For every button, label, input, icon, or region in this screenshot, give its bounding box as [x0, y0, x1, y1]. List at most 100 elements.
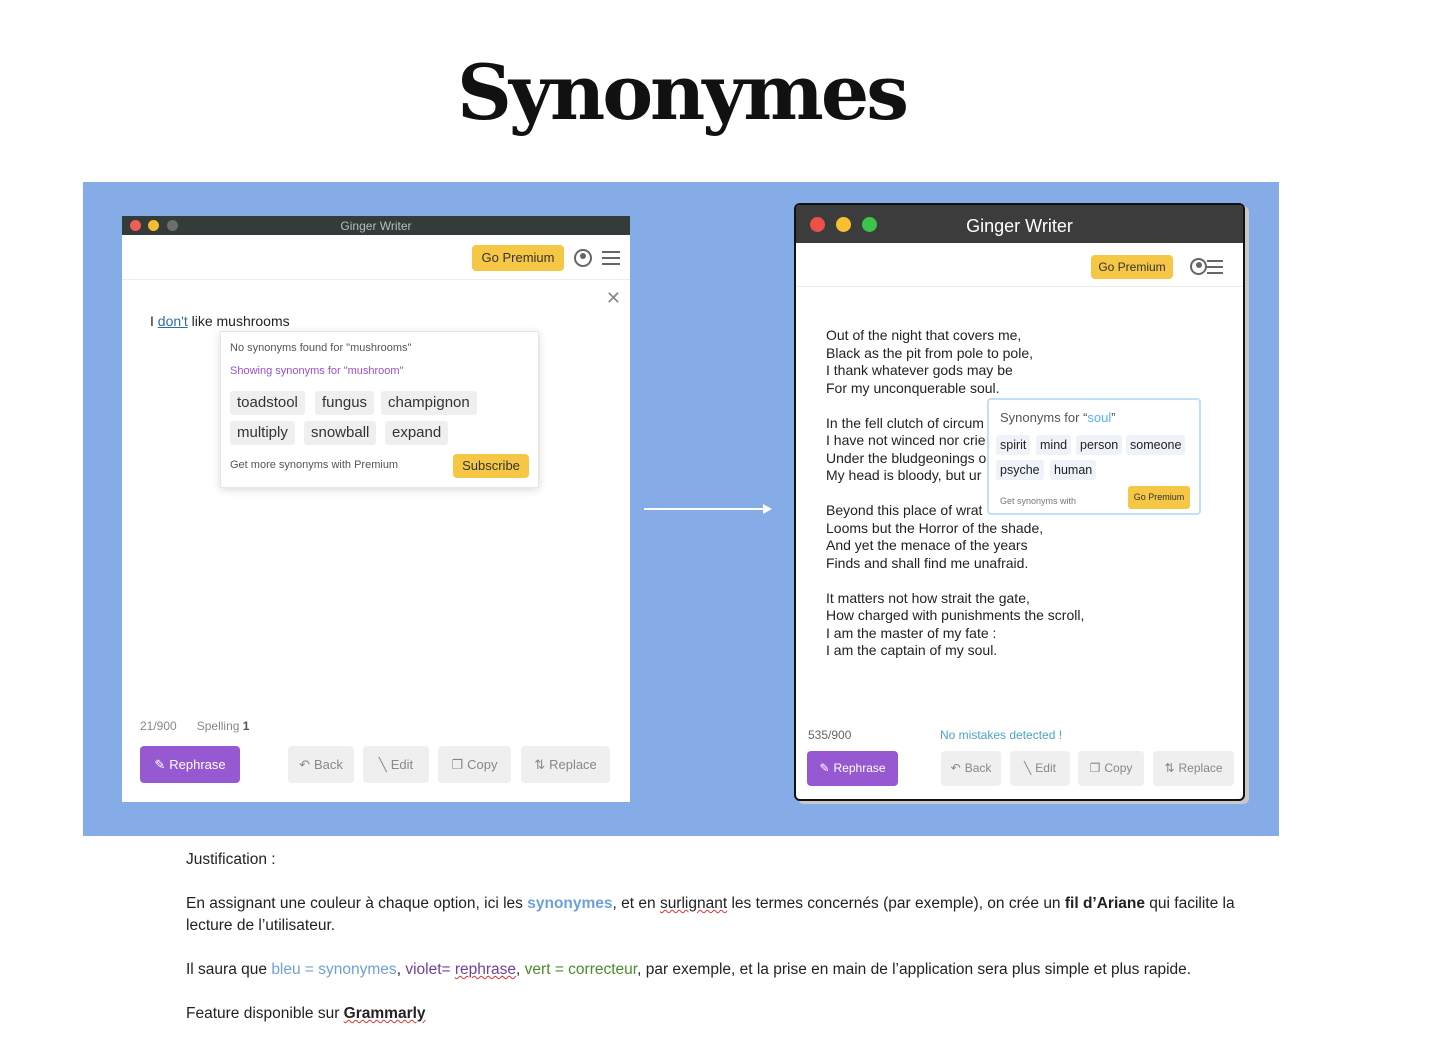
transition-arrow: [644, 504, 772, 514]
replace-label: Replace: [549, 757, 597, 772]
back-button[interactable]: ↶ Back: [941, 751, 1001, 786]
replace-button[interactable]: ⇅ Replace: [521, 746, 610, 783]
poem-line: For my unconquerable soul.: [826, 379, 1000, 396]
paragraph-colors: Il saura que bleu = synonymes, violet= r…: [186, 961, 1192, 978]
window-title: Ginger Writer: [966, 216, 1073, 236]
edit-button[interactable]: ╲ Edit: [363, 746, 429, 783]
showing-synonyms-message: Showing synonyms for "mushroom": [230, 365, 404, 377]
right-toolbar: Go Premium: [796, 243, 1243, 287]
copy-button[interactable]: ❐ Copy: [1078, 751, 1144, 786]
grammarly-link[interactable]: Grammarly: [344, 1005, 426, 1022]
replace-button[interactable]: ⇅ Replace: [1153, 751, 1234, 786]
subscribe-button[interactable]: Subscribe: [453, 454, 529, 478]
pencil-icon: ╲: [1024, 761, 1032, 775]
window-title: Ginger Writer: [340, 219, 412, 233]
poem-line: Finds and shall find me unafraid.: [826, 554, 1029, 571]
fil-ariane-bold: fil d’Ariane: [1064, 895, 1145, 912]
swap-icon: ⇅: [1164, 761, 1175, 775]
edit-label: Edit: [1035, 761, 1056, 775]
rephrase-button[interactable]: ✎ Rephrase: [140, 746, 240, 783]
account-icon[interactable]: [1190, 258, 1207, 275]
poem-line: I am the captain of my soul.: [826, 642, 998, 658]
poem-line: Black as the pit from pole to pole,: [826, 344, 1033, 361]
blue-synonymes: bleu = synonymes: [271, 961, 397, 978]
stanza: Out of the night that covers me, Black a…: [826, 327, 1084, 397]
edit-label: Edit: [390, 757, 414, 772]
account-icon[interactable]: [574, 249, 592, 267]
poem-line: Out of the night that covers me,: [826, 327, 1022, 343]
synonym-chip[interactable]: person: [1076, 435, 1123, 455]
copy-icon: ❐: [1089, 761, 1101, 775]
replace-label: Replace: [1178, 761, 1223, 775]
poem-line: How charged with punishments the scroll,: [826, 607, 1085, 623]
spelling-count: 1: [242, 719, 250, 733]
go-premium-button[interactable]: Go Premium: [1091, 255, 1173, 279]
highlighted-word[interactable]: don't: [158, 313, 188, 329]
back-label: Back: [314, 757, 343, 772]
synonym-chip[interactable]: mind: [1036, 435, 1072, 455]
back-label: Back: [964, 761, 992, 775]
go-premium-button[interactable]: Go Premium: [472, 245, 564, 271]
left-app-window: Ginger Writer Go Premium ✕ I don't like …: [122, 216, 630, 802]
editor-text[interactable]: I don't like mushrooms: [150, 313, 290, 329]
hamburger-menu-icon[interactable]: [1207, 260, 1223, 278]
page-title: Synonymes: [457, 48, 909, 137]
hamburger-menu-icon[interactable]: [602, 251, 620, 269]
synonymes-highlight: synonymes: [527, 895, 613, 912]
right-titlebar: Ginger Writer: [796, 205, 1243, 243]
poem-line: I am the master of my fate :: [826, 624, 997, 641]
character-count: 21/900: [140, 719, 177, 733]
poem-line: It matters not how strait the gate,: [826, 589, 1030, 606]
undo-icon: ↶: [950, 761, 961, 775]
copy-label: Copy: [1104, 761, 1133, 775]
violet-label: violet=: [405, 961, 455, 978]
synonym-chip[interactable]: multiply: [230, 421, 295, 445]
premium-upsell-text: Get synonyms with: [1000, 496, 1077, 506]
left-titlebar: Ginger Writer: [122, 216, 630, 235]
synonym-chip[interactable]: snowball: [304, 421, 377, 445]
no-synonyms-message: No synonyms found for "mushrooms": [230, 342, 412, 354]
character-count: 535/900: [808, 728, 852, 742]
synonyms-popup: No synonyms found for "mushrooms" Showin…: [220, 331, 539, 488]
left-toolbar: Go Premium: [122, 235, 630, 280]
rephrase-word: rephrase: [454, 961, 517, 978]
wand-icon: ✎: [154, 757, 166, 772]
copy-button[interactable]: ❐ Copy: [438, 746, 511, 783]
paragraph-feature: Feature disponible sur Grammarly: [186, 1005, 426, 1022]
synonym-chip[interactable]: toadstool: [230, 391, 305, 415]
green-correcteur: vert = correcteur: [524, 961, 638, 978]
close-icon[interactable]: ✕: [606, 288, 621, 309]
synonyms-heading: Synonyms for “soul”: [1000, 410, 1116, 425]
synonyms-popup: Synonyms for “soul” spirit mind person s…: [987, 398, 1201, 515]
synonym-chip[interactable]: psyche: [996, 460, 1044, 480]
rephrase-button[interactable]: ✎ Rephrase: [807, 751, 898, 786]
premium-upsell-text: Get more synonyms with Premium: [230, 459, 399, 471]
no-mistakes-message: No mistakes detected !: [940, 728, 1063, 742]
pencil-icon: ╲: [378, 757, 387, 772]
poem-line: I thank whatever gods may be: [826, 362, 1013, 378]
edit-button[interactable]: ╲ Edit: [1010, 751, 1070, 786]
poem-line: Looms but the Horror of the shade,: [826, 519, 1044, 536]
copy-label: Copy: [467, 757, 498, 772]
sentence-start: I: [150, 313, 158, 329]
swap-icon: ⇅: [534, 757, 546, 772]
stanza: It matters not how strait the gate, How …: [826, 590, 1084, 660]
paragraph-explanation: En assignant une couleur à chaque option…: [186, 895, 1235, 934]
synonym-chip[interactable]: spirit: [996, 435, 1031, 455]
rephrase-label: Rephrase: [169, 757, 226, 772]
synonym-chip[interactable]: human: [1050, 460, 1097, 480]
synonym-chip[interactable]: someone: [1126, 435, 1186, 455]
undo-icon: ↶: [299, 757, 310, 772]
copy-icon: ❐: [451, 757, 464, 772]
wand-icon: ✎: [819, 761, 830, 775]
synonym-chip[interactable]: champignon: [381, 391, 477, 415]
popup-premium-button[interactable]: Go Premium: [1128, 486, 1190, 509]
left-status-bar: 21/900 Spelling 1: [140, 719, 249, 733]
justification-heading: Justification :: [186, 851, 276, 868]
spelling-label: Spelling: [196, 719, 240, 733]
synonym-chip[interactable]: expand: [385, 421, 449, 445]
synonym-chip[interactable]: fungus: [315, 391, 375, 415]
back-button[interactable]: ↶ Back: [288, 746, 354, 783]
rephrase-label: Rephrase: [833, 761, 886, 775]
target-word: soul: [1087, 410, 1112, 425]
